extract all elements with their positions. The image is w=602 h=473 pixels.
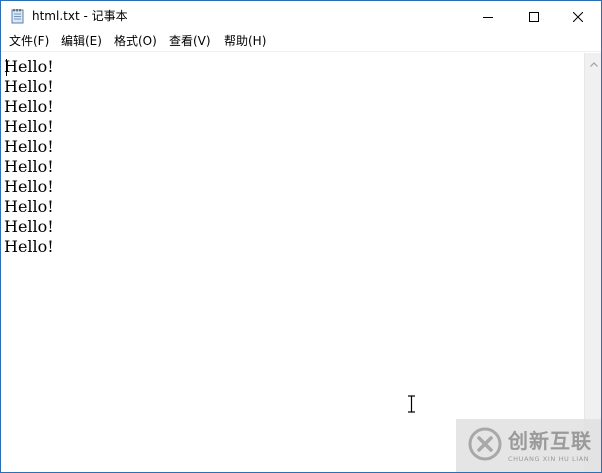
text-line: Hello! bbox=[4, 217, 54, 236]
menu-help[interactable]: 帮助(H) bbox=[224, 34, 266, 49]
minimize-button[interactable] bbox=[465, 1, 511, 31]
text-line: Hello! bbox=[4, 197, 54, 216]
text-line: Hello! bbox=[4, 237, 54, 256]
menu-view[interactable]: 查看(V) bbox=[169, 34, 211, 49]
text-line: Hello! bbox=[4, 177, 54, 196]
notepad-window: html.txt - 记事本 文件(F) 编辑(E) 格式(O) 查看(V) 帮… bbox=[0, 0, 602, 473]
menu-edit[interactable]: 编辑(E) bbox=[61, 34, 102, 49]
menu-format[interactable]: 格式(O) bbox=[114, 34, 157, 49]
text-line: Hello! bbox=[4, 137, 54, 156]
maximize-button[interactable] bbox=[511, 1, 557, 31]
close-icon bbox=[572, 7, 584, 26]
maximize-icon bbox=[529, 7, 539, 26]
document-text: Hello! Hello! Hello! Hello! Hello! Hello… bbox=[4, 57, 54, 257]
watermark-name-en: CHUANG XIN HU LIAN bbox=[508, 455, 590, 463]
watermark-name-cn: 创新互联 bbox=[508, 429, 592, 453]
vertical-scrollbar[interactable] bbox=[584, 52, 601, 472]
menu-bar: 文件(F) 编辑(E) 格式(O) 查看(V) 帮助(H) bbox=[1, 31, 601, 52]
brand-logo-icon bbox=[468, 427, 502, 461]
text-line: Hello! bbox=[4, 157, 54, 176]
text-caret bbox=[6, 59, 7, 76]
text-line: Hello! bbox=[4, 77, 54, 96]
notepad-icon[interactable] bbox=[11, 8, 24, 24]
title-bar[interactable]: html.txt - 记事本 bbox=[1, 1, 601, 31]
text-line: Hello! bbox=[4, 117, 54, 136]
chevron-up-icon bbox=[589, 52, 598, 71]
text-editor[interactable]: Hello! Hello! Hello! Hello! Hello! Hello… bbox=[3, 54, 583, 472]
ibeam-cursor-icon bbox=[407, 395, 416, 413]
scroll-up-button[interactable] bbox=[585, 52, 601, 71]
minimize-icon bbox=[483, 7, 493, 26]
close-button[interactable] bbox=[555, 1, 601, 31]
watermark-logo: 创新互联 CHUANG XIN HU LIAN bbox=[456, 419, 601, 472]
text-line: Hello! bbox=[4, 97, 54, 116]
text-line: Hello! bbox=[4, 57, 54, 76]
window-title: html.txt - 记事本 bbox=[32, 9, 128, 23]
menu-file[interactable]: 文件(F) bbox=[9, 34, 49, 49]
